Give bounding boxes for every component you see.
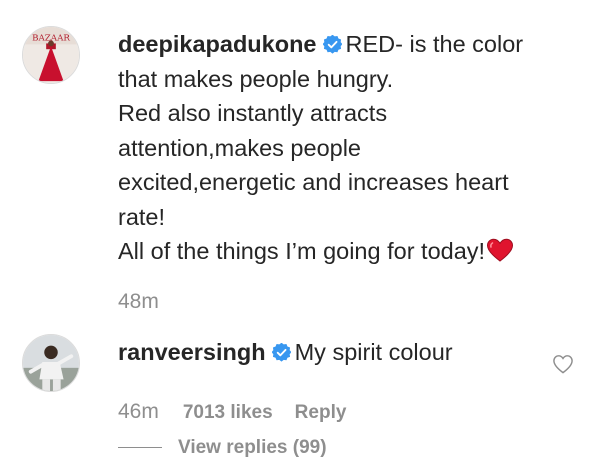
username-ranveersingh[interactable]: ranveersingh [118, 339, 266, 365]
view-replies-label: View replies (99) [178, 437, 327, 458]
heart-outline-icon[interactable] [552, 354, 574, 374]
comment-timestamp[interactable]: 48m [118, 290, 159, 314]
likes-count-button[interactable]: 7013 likes [183, 402, 273, 424]
comment-meta-ranveersingh: 46m 7013 likes Reply [118, 400, 346, 424]
comment-text: My spirit colour [294, 339, 453, 365]
comment-text-line-3: Red also instantly attracts [118, 100, 388, 126]
comment-meta-deepikapadukone: 48m [118, 290, 159, 314]
verified-badge-icon [322, 35, 342, 54]
comment-text-line-5: excited,energetic and increases heart [118, 169, 509, 195]
reply-button[interactable]: Reply [295, 402, 347, 424]
red-heart-emoji-icon [486, 238, 514, 262]
avatar-deepikapadukone[interactable]: BAZAAR [22, 26, 80, 84]
view-replies-divider [118, 447, 162, 449]
username-deepikapadukone[interactable]: deepikapadukone [118, 31, 317, 57]
comment-text-line-1: RED- is the color [345, 31, 524, 57]
verified-badge-icon [271, 343, 291, 362]
avatar-image: BAZAAR [23, 27, 79, 83]
comment-body-deepikapadukone: deepikapadukone RED- is the color that ma… [118, 27, 578, 269]
comment-body-ranveersingh: ranveersingh My spirit colour [118, 335, 538, 370]
comment-text-line-7: All of the things I’m going for today! [118, 238, 486, 264]
comment-text-line-2: that makes people hungry. [118, 65, 394, 92]
avatar-image [23, 335, 79, 391]
avatar-ranveersingh[interactable] [22, 334, 80, 392]
comment-text-line-6: rate! [118, 203, 166, 230]
comment-text-line-4: attention,makes people [118, 134, 361, 161]
view-replies-button[interactable]: View replies (99) [118, 437, 327, 459]
comment-timestamp[interactable]: 46m [118, 400, 159, 424]
